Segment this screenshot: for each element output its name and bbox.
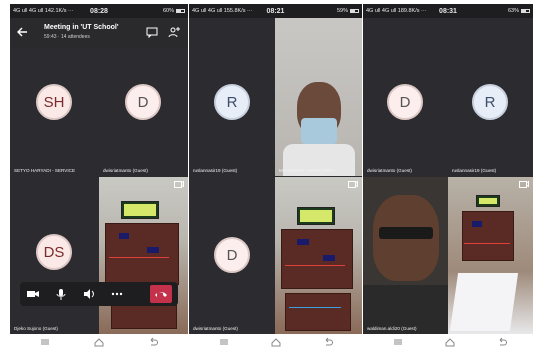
face-mask [301,118,337,144]
participant-name: ruslannasir19 (Guest) [193,168,238,173]
call-controls [20,282,178,306]
clock: 08:28 [90,7,108,15]
participant-tile[interactable]: R ruslannasir19 (Guest) [189,18,275,176]
avatar: D [214,237,250,273]
paper [449,273,519,331]
network-status: 4G ull 4G ull 155.8K/s ··· [192,8,253,14]
network-status: 4G ull 4G ull 142.1K/s ··· [13,8,74,14]
meeting-subtitle: 59:43 · 14 attendees [44,34,90,40]
participant-name: dwisriatmanto (Guest) [367,168,412,173]
more-icon[interactable] [110,287,124,301]
network-status: 4G ull 4G ull 189.8K/s ··· [366,8,427,14]
menu-icon[interactable] [40,337,50,347]
video-feed-participant[interactable]: waldiman.aldi20 (Guest) [363,177,448,334]
camera-switch-icon[interactable] [519,180,529,188]
phone-screen-1: 4G ull 4G ull 142.1K/s ··· 08:28 60% Mee… [10,4,188,350]
hangup-icon [155,292,167,297]
home-icon[interactable] [271,337,281,347]
participant-tile[interactable]: R ruslannasir19 (Guest) [448,18,533,176]
participant-name: ruslannasir19 (Guest) [452,168,497,173]
phone-screen-2: 4G ull 4G ull 155.8K/s ··· 08:21 59% R r… [189,4,362,350]
participant-name: SETYO HARYADI - SERVICE [14,168,76,173]
chat-icon[interactable] [146,26,158,38]
participant-tile[interactable]: SH SETYO HARYADI - SERVICE [10,48,99,176]
participant-name: Djeko Sujono (Guest) [14,326,58,331]
participant-tile[interactable]: DS Djeko Sujono (Guest) [10,177,99,334]
status-bar: 4G ull 4G ull 142.1K/s ··· 08:28 60% [10,4,188,18]
avatar: SH [36,84,72,120]
camera-icon[interactable] [26,287,40,301]
video-feed-circuit-board [99,177,188,334]
back-icon[interactable] [323,337,333,347]
clock: 08:21 [266,7,285,15]
video-feed-circuit-board [275,177,362,334]
status-bar: 4G ull 4G ull 189.8K/s ··· 08:31 63% [363,4,533,18]
back-icon[interactable] [497,337,507,347]
status-bar: 4G ull 4G ull 155.8K/s ··· 08:21 59% [189,4,362,18]
android-nav-bar [189,334,362,350]
menu-icon[interactable] [219,337,229,347]
avatar: D [387,84,423,120]
speaker-icon[interactable] [82,287,96,301]
participant-name: dwisriatmanto (Guest) [103,168,148,173]
video-feed-participant[interactable]: MAHMUDIN - NONCORPU [275,18,362,176]
participant-tile[interactable]: D dwisriatmanto (Guest) [99,48,188,176]
battery-icon [521,8,530,13]
people-add-icon[interactable] [168,26,180,38]
battery-status: 63% [463,8,530,14]
clock: 08:31 [439,7,457,15]
microphone-icon[interactable] [54,287,68,301]
home-icon[interactable] [445,337,455,347]
meeting-header: Meeting in 'UT School' 59:43 · 14 attend… [10,18,188,48]
android-nav-bar [10,334,188,350]
participant-name: MAHMUDIN - NONCORPU [279,168,336,173]
android-nav-bar [363,334,533,350]
back-arrow-icon[interactable] [16,26,28,38]
battery-status: 59% [290,8,359,14]
battery-icon [350,8,359,13]
participant-tile[interactable]: D dwisriatmanto (Guest) [189,177,275,334]
meeting-title: Meeting in 'UT School' [44,24,119,31]
camera-switch-icon[interactable] [348,180,358,188]
back-icon[interactable] [148,337,158,347]
hangup-button[interactable] [150,285,172,303]
glasses [379,227,433,239]
video-feed-circuit-board [448,177,533,334]
camera-switch-icon[interactable] [174,180,184,188]
avatar: R [472,84,508,120]
participant-name: dwisriatmanto (Guest) [193,326,238,331]
battery-status: 60% [114,8,185,14]
phone-screen-3: 4G ull 4G ull 189.8K/s ··· 08:31 63% D d… [363,4,533,350]
home-icon[interactable] [94,337,104,347]
menu-icon[interactable] [393,337,403,347]
avatar: DS [36,234,72,270]
participant-name: waldiman.aldi20 (Guest) [367,326,417,331]
avatar: D [125,84,161,120]
participant-tile[interactable]: D dwisriatmanto (Guest) [363,18,448,176]
avatar: R [214,84,250,120]
battery-icon [176,8,185,13]
